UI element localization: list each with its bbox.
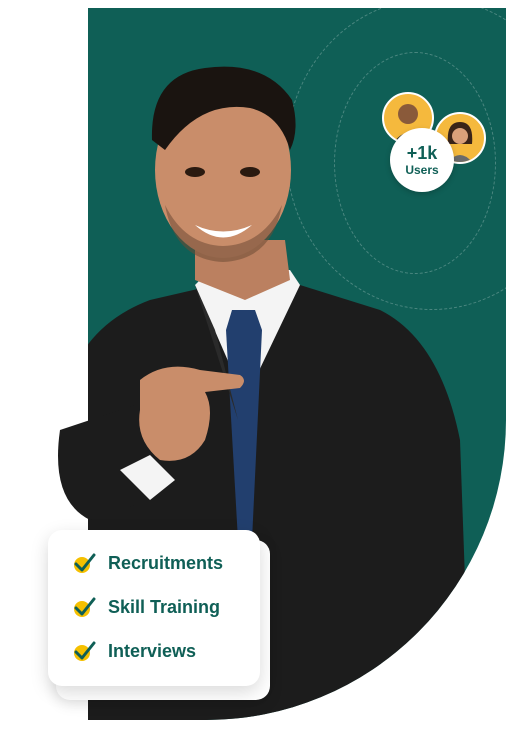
feature-label: Skill Training [108, 596, 221, 617]
feature-label: Interviews [108, 640, 197, 661]
check-icon [74, 553, 96, 573]
feature-item-skill-training: Skill Training [72, 596, 220, 618]
check-icon [74, 597, 96, 617]
feature-card: Recruitments Skill Training Interviews [48, 530, 260, 686]
feature-item-interviews: Interviews [72, 640, 196, 662]
users-count-badge: +1k Users [390, 128, 454, 192]
feature-item-recruitments: Recruitments [72, 552, 223, 574]
users-label: Users [405, 163, 439, 177]
users-count: +1k [406, 143, 438, 163]
check-icon [74, 641, 96, 661]
users-cluster: +1k Users [382, 92, 492, 192]
feature-label: Recruitments [108, 552, 224, 573]
